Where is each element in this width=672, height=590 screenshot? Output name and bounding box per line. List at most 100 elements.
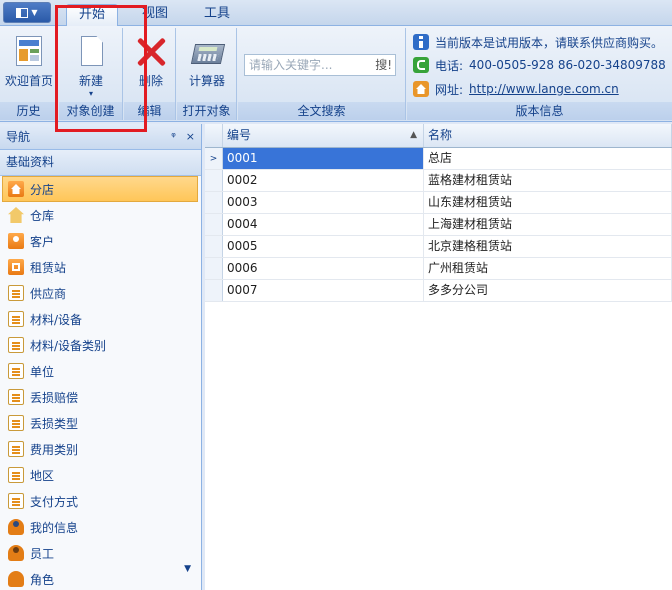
nav-item-loss-type[interactable]: 丢损类型 — [0, 410, 201, 436]
nav-item-payment[interactable]: 支付方式 — [0, 488, 201, 514]
nav-item-label: 单位 — [30, 364, 55, 379]
nav-item-label: 支付方式 — [30, 494, 79, 509]
ribbon-tab-strip: ▼ 开始 视图 工具 — [0, 0, 672, 27]
nav-item-material[interactable]: 材料/设备 — [0, 306, 201, 332]
phone-label: 电话: — [435, 58, 464, 73]
warehouse-icon — [8, 207, 24, 223]
website-link[interactable]: http://www.lange.com.cn — [469, 82, 619, 96]
calculator-button[interactable]: 计算器 — [180, 32, 234, 98]
supplier-icon — [8, 285, 24, 301]
website-info: 网址: http://www.lange.com.cn — [413, 79, 619, 99]
nav-section-basic-data[interactable]: 基础资料 — [0, 150, 201, 176]
payment-icon — [8, 493, 24, 509]
nav-item-list: 分店 仓库 客户 租赁站 供应商 材料/设备 材料/设备类别 单位 丢损赔偿 丢… — [0, 176, 201, 588]
search-button[interactable]: 搜! — [375, 55, 392, 75]
delete-button[interactable]: 删除 — [124, 32, 178, 98]
table-row[interactable]: > 0001 总店 — [205, 148, 672, 170]
row-header[interactable] — [205, 236, 223, 257]
cell-name[interactable]: 上海建材租赁站 — [424, 214, 672, 235]
row-header[interactable] — [205, 170, 223, 191]
nav-item-employee[interactable]: 员工 — [0, 540, 201, 566]
calculator-icon — [190, 34, 226, 68]
cell-code[interactable]: 0001 — [223, 148, 424, 169]
nav-item-my-info[interactable]: 我的信息 — [0, 514, 201, 540]
table-row[interactable]: 0005 北京建格租赁站 — [205, 236, 672, 258]
new-label: 新建 — [78, 74, 103, 88]
delete-icon — [135, 34, 167, 68]
role-icon — [8, 571, 24, 587]
row-header[interactable] — [205, 280, 223, 301]
nav-item-label: 分店 — [30, 182, 55, 197]
table-row[interactable]: 0002 蓝格建材租赁站 — [205, 170, 672, 192]
nav-item-label: 供应商 — [30, 286, 67, 301]
navigation-title: 导航 — [6, 130, 31, 144]
nav-item-region[interactable]: 地区 — [0, 462, 201, 488]
scroll-down-icon[interactable]: ▼ — [184, 564, 191, 574]
nav-item-rental-station[interactable]: 租赁站 — [0, 254, 201, 280]
group-open-object-label: 打开对象 — [177, 102, 236, 120]
my-info-icon — [8, 519, 24, 535]
row-header[interactable] — [205, 192, 223, 213]
cell-code[interactable]: 0005 — [223, 236, 424, 257]
table-row[interactable]: 0007 多多分公司 — [205, 280, 672, 302]
cell-code[interactable]: 0004 — [223, 214, 424, 235]
nav-item-label: 丢损赔偿 — [30, 390, 79, 405]
tab-tools[interactable]: 工具 — [192, 4, 242, 26]
phone-value: 400-0505-928 86-020-34809788 — [469, 58, 666, 72]
cell-name[interactable]: 广州租赁站 — [424, 258, 672, 279]
material-category-icon — [8, 337, 24, 353]
group-edit: 删除 编辑 — [124, 28, 176, 120]
nav-item-label: 丢损类型 — [30, 416, 79, 431]
row-header[interactable] — [205, 214, 223, 235]
chevron-down-icon: ▾ — [88, 89, 93, 98]
pin-icon[interactable]: ᵠ — [171, 130, 176, 143]
tab-view[interactable]: 视图 — [130, 4, 180, 26]
ribbon: 欢迎首页 历史 新建 ▾ 对象创建 删除 编辑 计算器 打开对象 请输入关键字.… — [0, 26, 672, 122]
table-row[interactable]: 0003 山东建材租赁站 — [205, 192, 672, 214]
table-row[interactable]: 0006 广州租赁站 — [205, 258, 672, 280]
cell-code[interactable]: 0006 — [223, 258, 424, 279]
nav-item-label: 材料/设备 — [30, 312, 83, 327]
nav-item-label: 客户 — [30, 234, 55, 249]
nav-item-warehouse[interactable]: 仓库 — [0, 202, 201, 228]
cell-name[interactable]: 蓝格建材租赁站 — [424, 170, 672, 191]
home-icon — [413, 81, 429, 97]
application-menu-button[interactable]: ▼ — [3, 2, 51, 23]
nav-item-fee-category[interactable]: 费用类别 — [0, 436, 201, 462]
nav-item-loss-compensation[interactable]: 丢损赔偿 — [0, 384, 201, 410]
table-row[interactable]: 0004 上海建材租赁站 — [205, 214, 672, 236]
grid-header: 编号 ▲ 名称 — [205, 124, 672, 148]
cell-code[interactable]: 0003 — [223, 192, 424, 213]
nav-item-label: 角色 — [30, 572, 55, 587]
cell-code[interactable]: 0002 — [223, 170, 424, 191]
tab-start[interactable]: 开始 — [66, 4, 119, 27]
welcome-home-button[interactable]: 欢迎首页 — [2, 32, 56, 98]
nav-item-role[interactable]: 角色 — [0, 566, 201, 588]
nav-item-label: 员工 — [30, 546, 55, 561]
cell-name[interactable]: 北京建格租赁站 — [424, 236, 672, 257]
nav-item-unit[interactable]: 单位 — [0, 358, 201, 384]
nav-item-label: 地区 — [30, 468, 55, 483]
row-header[interactable] — [205, 258, 223, 279]
cell-name[interactable]: 总店 — [424, 148, 672, 169]
nav-item-supplier[interactable]: 供应商 — [0, 280, 201, 306]
delete-label: 删除 — [138, 74, 163, 88]
close-icon[interactable]: × — [186, 130, 195, 143]
nav-item-customer[interactable]: 客户 — [0, 228, 201, 254]
keyword-search-input[interactable]: 请输入关键字... 搜! — [244, 54, 396, 76]
cell-name[interactable]: 多多分公司 — [424, 280, 672, 301]
cell-code[interactable]: 0007 — [223, 280, 424, 301]
current-row-indicator-icon: > — [205, 148, 223, 169]
info-icon — [413, 34, 429, 50]
column-header-name[interactable]: 名称 — [424, 124, 672, 147]
nav-item-material-category[interactable]: 材料/设备类别 — [0, 332, 201, 358]
house-icon — [8, 181, 24, 197]
new-button[interactable]: 新建 ▾ — [64, 32, 118, 98]
version-notice-text: 当前版本是试用版本，请联系供应商购买。 — [435, 35, 664, 50]
group-object-create: 新建 ▾ 对象创建 — [59, 28, 123, 120]
nav-item-label: 费用类别 — [30, 442, 79, 457]
nav-item-branch[interactable]: 分店 — [2, 176, 198, 202]
cell-name[interactable]: 山东建材租赁站 — [424, 192, 672, 213]
column-header-code[interactable]: 编号 ▲ — [223, 124, 424, 147]
loss-compensation-icon — [8, 389, 24, 405]
